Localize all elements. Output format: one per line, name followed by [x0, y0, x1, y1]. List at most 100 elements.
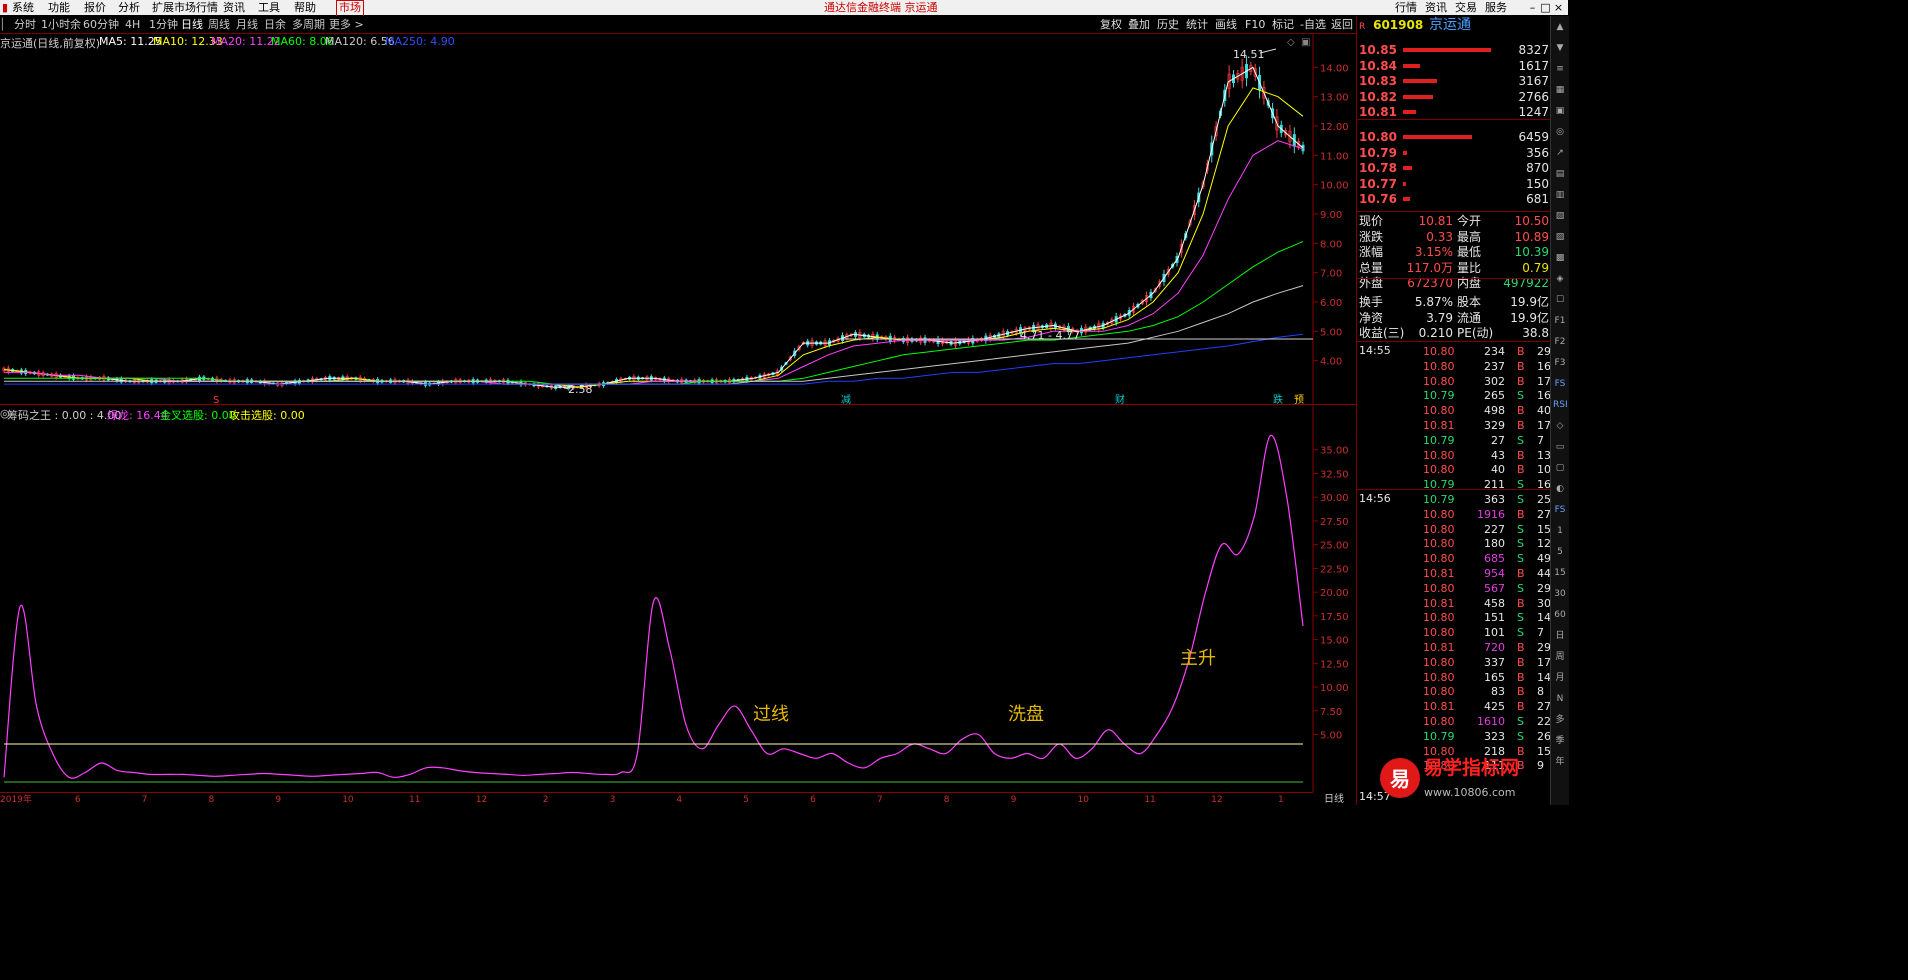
side-tool-button[interactable]: F3: [1553, 356, 1567, 370]
toolbar-mark[interactable]: 标记: [1272, 16, 1294, 33]
side-tool-button[interactable]: ▼: [1553, 41, 1567, 55]
side-tool-button[interactable]: F2: [1553, 335, 1567, 349]
side-tool-button[interactable]: ≡: [1553, 62, 1567, 76]
ask-row[interactable]: 10.84 1617: [1359, 59, 1549, 74]
side-tool-button[interactable]: RSI: [1553, 398, 1568, 412]
side-tool-button[interactable]: ◎: [1553, 125, 1567, 139]
period-tab-more[interactable]: 更多 >: [329, 16, 364, 33]
period-tab-weekly[interactable]: 周线: [208, 16, 230, 33]
period-tab-1m[interactable]: 1分钟: [149, 16, 178, 33]
period-tab-daily[interactable]: 日线: [181, 16, 203, 33]
side-tool-button[interactable]: 月: [1553, 671, 1567, 685]
indicator-chart[interactable]: 35.00 32.50 30.00 27.50 25.00 22.50 20.00 17.50…: [0, 406, 1356, 792]
event-mark-drop[interactable]: 跌: [1273, 393, 1283, 405]
tick-row[interactable]: 10.80 83 B 8: [1359, 684, 1549, 699]
tick-row[interactable]: 10.79 27 S 7: [1359, 433, 1549, 448]
tick-row[interactable]: 10.81 425 B 27: [1359, 699, 1551, 714]
tick-row[interactable]: 10.80 40 B 10: [1359, 462, 1551, 477]
period-tab-day-extra[interactable]: 日余: [264, 16, 286, 33]
menu-system[interactable]: 系统: [12, 0, 34, 15]
menu-analysis[interactable]: 分析: [118, 0, 140, 15]
top-tab-news[interactable]: 资讯: [1425, 0, 1447, 15]
side-tool-button[interactable]: 多: [1553, 713, 1567, 727]
maximize-icon[interactable]: □: [1539, 0, 1552, 15]
tick-row[interactable]: 10.80 227 S 15: [1359, 522, 1551, 537]
period-tab-4h[interactable]: 4H: [125, 16, 140, 33]
menu-extended-market[interactable]: 扩展市场行情: [152, 0, 218, 15]
period-tab-60m[interactable]: 60分钟: [83, 16, 119, 33]
side-tool-button[interactable]: F1: [1553, 314, 1567, 328]
tick-row[interactable]: 10.80 498 B 40: [1359, 403, 1551, 418]
event-mark-forecast[interactable]: 预: [1294, 394, 1304, 405]
top-tab-trade[interactable]: 交易: [1455, 0, 1477, 15]
toolbar-f10[interactable]: F10: [1245, 16, 1265, 33]
tick-row[interactable]: 10.80 151 S 14: [1359, 610, 1551, 625]
side-tool-button[interactable]: ▧: [1553, 209, 1567, 223]
chart-diamond-icon[interactable]: ◇: [1287, 37, 1295, 48]
side-tool-button[interactable]: ◇: [1553, 419, 1567, 433]
side-tool-button[interactable]: ☐: [1553, 293, 1567, 307]
top-tab-service[interactable]: 服务: [1485, 0, 1507, 15]
side-tool-button[interactable]: ▲: [1553, 20, 1567, 34]
side-tool-button[interactable]: 日: [1553, 629, 1567, 643]
tick-row[interactable]: 10.79 265 S 16: [1359, 388, 1551, 403]
toolbar-overlay[interactable]: 叠加: [1128, 16, 1150, 33]
side-tool-button[interactable]: ◈: [1553, 272, 1567, 286]
side-tool-button[interactable]: ▤: [1553, 167, 1567, 181]
side-tool-button[interactable]: FS: [1553, 503, 1567, 517]
top-tab-quotes[interactable]: 行情: [1395, 0, 1417, 15]
menu-function[interactable]: 功能: [48, 0, 70, 15]
tick-row[interactable]: 10.81 458 B 30: [1359, 596, 1551, 611]
toolbar-stats[interactable]: 统计: [1186, 16, 1208, 33]
bid-row[interactable]: 10.79 356: [1359, 146, 1549, 161]
side-tool-button[interactable]: 周: [1553, 650, 1567, 664]
side-tool-button[interactable]: FS: [1553, 377, 1567, 391]
bid-row[interactable]: 10.78 870: [1359, 161, 1549, 176]
side-tool-button[interactable]: 60: [1553, 608, 1567, 622]
menu-info[interactable]: 资讯: [223, 0, 245, 15]
tick-row[interactable]: 10.80 180 S 12: [1359, 536, 1551, 551]
menu-help[interactable]: 帮助: [294, 0, 316, 15]
chart-window-icon[interactable]: ▣: [1301, 37, 1310, 48]
menu-tools[interactable]: 工具: [258, 0, 280, 15]
toolbar-back[interactable]: 返回: [1331, 16, 1353, 33]
side-tool-button[interactable]: 季: [1553, 734, 1567, 748]
event-mark-finance[interactable]: 财: [1115, 393, 1125, 405]
side-tool-button[interactable]: 1: [1553, 524, 1567, 538]
side-tool-button[interactable]: ▢: [1553, 461, 1567, 475]
tick-row[interactable]: 10.79 363 S 25: [1359, 492, 1551, 507]
side-tool-button[interactable]: 30: [1553, 587, 1567, 601]
side-tool-button[interactable]: 年: [1553, 755, 1567, 769]
side-tool-button[interactable]: ▨: [1553, 230, 1567, 244]
period-tab-1h[interactable]: 1小时余: [41, 16, 81, 33]
tick-row[interactable]: 10.80 337 B 17: [1359, 655, 1551, 670]
side-tool-button[interactable]: 15: [1553, 566, 1567, 580]
ask-row[interactable]: 10.82 2766: [1359, 90, 1549, 105]
tick-row[interactable]: 10.80 101 S 7: [1359, 625, 1549, 640]
side-tool-button[interactable]: ▩: [1553, 251, 1567, 265]
bid-row[interactable]: 10.80 6459: [1359, 130, 1549, 145]
bid-row[interactable]: 10.77 150: [1359, 177, 1549, 192]
event-mark-reduce[interactable]: 减: [841, 394, 851, 405]
toolbar-watchlist[interactable]: -自选: [1300, 16, 1326, 33]
side-tool-button[interactable]: ▣: [1553, 104, 1567, 118]
tick-row[interactable]: 10.79 323 S 26: [1359, 729, 1551, 744]
tick-row[interactable]: 10.80 1610 S 22: [1359, 714, 1551, 729]
side-tool-button[interactable]: ◐: [1553, 482, 1567, 496]
menu-market[interactable]: 市场: [336, 0, 364, 17]
tick-row[interactable]: 10.80 567 S 29: [1359, 581, 1551, 596]
period-tab-minute[interactable]: 分时: [14, 16, 36, 33]
tick-row[interactable]: 10.80 165 B 14: [1359, 670, 1551, 685]
tick-row[interactable]: 10.81 329 B 17: [1359, 418, 1551, 433]
tick-row[interactable]: 10.80 302 B 17: [1359, 374, 1551, 389]
side-tool-button[interactable]: ▦: [1553, 83, 1567, 97]
toolbar-adjust[interactable]: 复权: [1100, 16, 1122, 33]
tick-row[interactable]: 10.80 234 B 29: [1359, 344, 1551, 359]
toolbar-history[interactable]: 历史: [1157, 16, 1179, 33]
tick-row[interactable]: 10.80 43 B 13: [1359, 448, 1551, 463]
toolbar-draw[interactable]: 画线: [1215, 16, 1237, 33]
tick-row[interactable]: 10.80 685 S 49: [1359, 551, 1551, 566]
ask-row[interactable]: 10.85 8327: [1359, 43, 1549, 58]
menu-quote[interactable]: 报价: [84, 0, 106, 15]
period-tab-multi[interactable]: 多周期: [292, 16, 325, 33]
